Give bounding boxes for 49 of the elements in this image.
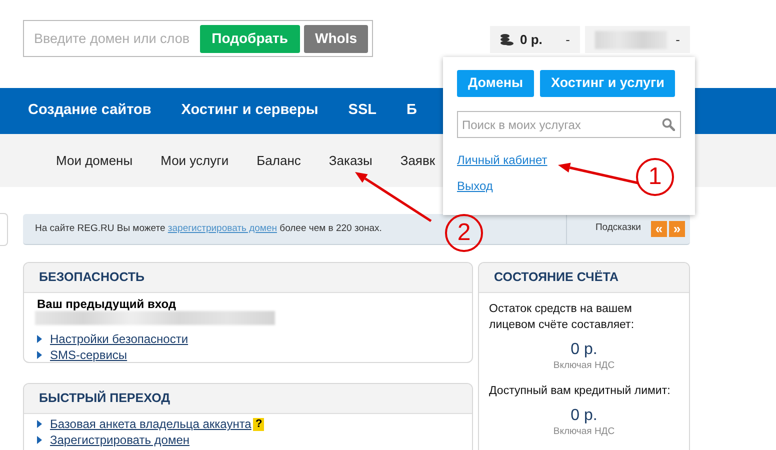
nav-link[interactable]: Б [406, 100, 417, 122]
account-label: Остаток средств на вашем лицевом счёте составляет: [489, 302, 636, 333]
side-panel-edge [0, 213, 8, 246]
dropdown-link[interactable]: Выход [457, 178, 493, 195]
sub-nav-link[interactable]: Мои домены [56, 150, 133, 170]
notice-text: На сайте REG.RU Вы можете зарегистрировать домен более чем в 220 зонах. [34, 222, 382, 236]
sub-nav-link[interactable]: Мои услуги [160, 150, 229, 170]
panel-title: БЫСТРЫЙ ПЕРЕХОД [39, 390, 170, 408]
annotation-circle [636, 158, 674, 196]
bullet-icon [37, 351, 42, 359]
whois-button[interactable]: WhoIs [304, 24, 368, 52]
nav-link[interactable]: Создание сайтов [28, 100, 152, 122]
hints-label: Подсказки [595, 221, 641, 235]
blurred-username [595, 30, 667, 48]
panel-link[interactable]: SMS-сервисы [50, 346, 128, 362]
balance-button[interactable]: 0 р. - [490, 26, 580, 53]
panel-link[interactable]: Настройки безопасности [50, 330, 188, 348]
help-badge[interactable]: ? [253, 418, 264, 430]
account-label: Доступный вам кредитный лимит: [489, 384, 672, 400]
nav-link[interactable]: Хостинг и серверы [181, 100, 318, 122]
annotation-circle [445, 214, 483, 252]
dropdown-link[interactable]: Личный кабинет [457, 152, 548, 169]
annotation-number: 2 [456, 221, 472, 245]
panel-title: СОСТОЯНИЕ СЧЁТА [494, 269, 619, 286]
domain-input[interactable]: Введите домен или слов [24, 21, 196, 56]
user-menu-button[interactable]: - [585, 26, 690, 53]
annotation-number: 1 [647, 165, 663, 189]
sub-nav-link[interactable]: Заказы [328, 150, 372, 170]
previous-login-label: Ваш предыдущий вход [37, 297, 177, 311]
dropdown-button[interactable]: Хостинг и услуги [540, 70, 676, 97]
coins-icon [500, 32, 514, 46]
nav-link[interactable]: SSL [348, 100, 376, 122]
sub-nav-link[interactable]: Заявк [400, 150, 436, 170]
services-search-field[interactable]: Поиск в моих услугах [457, 111, 681, 138]
bullet-icon [37, 436, 42, 444]
vat-note: Включая НДС [552, 359, 616, 373]
panel-link[interactable]: Зарегистрировать домен [50, 431, 190, 449]
services-search-input[interactable]: Поиск в моих услугах [458, 112, 662, 137]
panel-title: БЕЗОПАСНОСТЬ [39, 269, 145, 286]
domain-search-field[interactable]: Введите домен или слов Подобрать WhoIs [23, 20, 373, 57]
vat-note: Включая НДС [552, 425, 616, 440]
amount: 0 р. [570, 407, 598, 426]
panel-link[interactable]: Базовая анкета владельца аккаунта [50, 415, 252, 433]
bullet-icon [37, 420, 42, 428]
search-icon [662, 118, 675, 131]
amount: 0 р. [570, 341, 598, 359]
sub-nav-link[interactable]: Баланс [256, 150, 301, 170]
bullet-icon [37, 335, 42, 343]
dropdown-button[interactable]: Домены [457, 70, 534, 97]
